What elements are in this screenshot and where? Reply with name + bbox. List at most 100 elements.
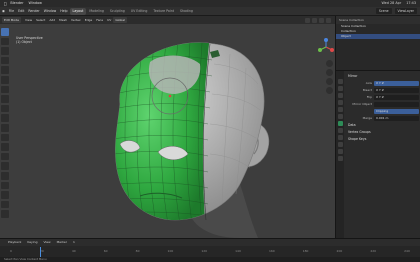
menu-face[interactable]: Face	[96, 16, 103, 24]
menu-render[interactable]: Render	[26, 7, 41, 16]
menu-add[interactable]: Add	[49, 16, 55, 24]
tab-layout[interactable]: Layout	[69, 7, 87, 15]
ortho-icon[interactable]	[326, 87, 333, 94]
spin-icon[interactable]	[1, 171, 9, 180]
head-mesh	[115, 42, 270, 238]
shear-icon[interactable]	[1, 210, 9, 218]
view-layer-selector[interactable]: ViewLayer	[394, 8, 417, 14]
menu-edit[interactable]: Edit	[16, 7, 26, 16]
frame-tick: 200	[336, 249, 343, 253]
world-props-icon[interactable]	[337, 107, 343, 112]
annotate-icon[interactable]	[1, 85, 9, 94]
select-box-icon[interactable]	[1, 28, 9, 36]
menu-uv[interactable]: UV	[107, 16, 111, 24]
tool-shelf	[1, 28, 10, 218]
vertex-groups-section[interactable]: Vertex Groups	[346, 129, 419, 136]
current-frame[interactable]: 1	[73, 239, 75, 246]
merge-label: Merge	[362, 116, 372, 120]
mode-selector[interactable]: Edit Mode	[2, 17, 21, 23]
tab-texture-paint[interactable]: Texture Paint	[150, 7, 177, 16]
knife-icon[interactable]	[1, 152, 9, 161]
outliner-row-object[interactable]: Object	[336, 34, 420, 39]
menu-help[interactable]: Help	[58, 7, 69, 16]
render-props-icon[interactable]	[337, 86, 343, 91]
mirror-object-value[interactable]	[374, 102, 419, 107]
tab-sculpting[interactable]: Sculpting	[107, 7, 128, 16]
frame-tick: 240	[404, 249, 410, 253]
modifier-props-icon[interactable]	[337, 121, 343, 126]
transform-orientation[interactable]: Global	[113, 17, 127, 23]
frame-tick: 80	[135, 249, 140, 253]
poly-build-icon[interactable]	[1, 162, 9, 170]
timeline-menu-playback[interactable]: Playback	[8, 239, 21, 246]
transform-icon[interactable]	[1, 75, 9, 84]
material-props-icon[interactable]	[337, 156, 343, 161]
scene-props-icon[interactable]	[337, 100, 343, 105]
properties-tabs	[336, 71, 344, 239]
cursor-icon[interactable]	[1, 37, 9, 46]
viewport-info: User Perspective (1) Object	[16, 36, 43, 44]
menu-view[interactable]: View	[25, 16, 32, 24]
scene-selector[interactable]: Scene	[375, 8, 392, 14]
add-cube-icon[interactable]	[1, 104, 9, 113]
overlay-icon[interactable]	[305, 17, 310, 23]
axis-gizmo[interactable]	[317, 38, 335, 56]
constraints-props-icon[interactable]	[337, 142, 343, 147]
shading-solid-icon[interactable]	[319, 17, 324, 23]
smooth-icon[interactable]	[1, 181, 9, 190]
scale-icon[interactable]	[1, 66, 9, 74]
pan-icon[interactable]	[326, 69, 333, 76]
shape-keys-section[interactable]: Shape Keys	[346, 136, 419, 143]
flip-value[interactable]: X Y Z	[374, 95, 419, 100]
tab-uv-editing[interactable]: UV Editing	[128, 7, 151, 16]
menu-mesh[interactable]: Mesh	[59, 16, 67, 24]
axis-value[interactable]: X Y Z	[374, 81, 419, 86]
timeline-menu-marker[interactable]: Marker	[57, 239, 67, 246]
loop-cut-icon[interactable]	[1, 143, 9, 151]
outliner-header: Scene Collection	[336, 16, 420, 24]
timeline-menu-view[interactable]: View	[43, 239, 50, 246]
extrude-icon[interactable]	[1, 114, 9, 122]
edge-slide-icon[interactable]	[1, 191, 9, 199]
clipping-checkbox[interactable]: Clipping	[374, 109, 419, 114]
frame-tick: 60	[103, 249, 108, 253]
merge-value[interactable]: 0.001 m	[374, 116, 419, 121]
timeline-menu-keying[interactable]: Keying	[27, 239, 37, 246]
menu-window[interactable]: Window	[42, 7, 59, 16]
frame-tick: 120	[201, 249, 208, 253]
tab-modeling[interactable]: Modeling	[86, 7, 107, 16]
camera-icon[interactable]	[326, 78, 333, 85]
outliner-panel: Scene Collection Scene Collection Collec…	[335, 16, 420, 70]
blender-logo-icon[interactable]: ◉	[0, 7, 7, 16]
data-props-icon[interactable]	[337, 149, 343, 154]
modifier-title[interactable]: Mirror	[346, 73, 419, 80]
object-props-icon[interactable]	[337, 114, 343, 119]
tab-shading[interactable]: Shading	[177, 7, 196, 16]
data-section[interactable]: Data	[346, 122, 419, 129]
shading-material-icon[interactable]	[326, 17, 331, 23]
xray-icon[interactable]	[312, 17, 317, 23]
bisect-value[interactable]: X Y Z	[374, 88, 419, 93]
bevel-icon[interactable]	[1, 133, 9, 142]
measure-icon[interactable]	[1, 95, 9, 103]
timeline-ruler[interactable]: 0 20 40 60 80 100 120 140 160 180 200 22…	[0, 247, 420, 255]
tool-props-icon[interactable]	[337, 79, 343, 84]
zoom-icon[interactable]	[326, 60, 333, 67]
menu-edge[interactable]: Edge	[85, 16, 93, 24]
output-props-icon[interactable]	[337, 93, 343, 98]
menu-vertex[interactable]: Vertex	[71, 16, 81, 24]
mirror-object-label: Mirror Object	[352, 102, 372, 106]
flip-label: Flip	[366, 95, 372, 99]
move-icon[interactable]	[1, 47, 9, 55]
particles-props-icon[interactable]	[337, 128, 343, 133]
physics-props-icon[interactable]	[337, 135, 343, 140]
object-label: (1) Object	[16, 40, 32, 44]
frame-tick: 180	[302, 249, 309, 253]
inset-icon[interactable]	[1, 123, 9, 132]
3d-viewport[interactable]	[0, 24, 335, 238]
menu-select[interactable]: Select	[36, 16, 45, 24]
viewport-header: Edit Mode View Select Add Mesh Vertex Ed…	[0, 16, 335, 24]
menu-file[interactable]: File	[7, 7, 16, 16]
shrink-fatten-icon[interactable]	[1, 200, 9, 209]
rotate-icon[interactable]	[1, 56, 9, 65]
